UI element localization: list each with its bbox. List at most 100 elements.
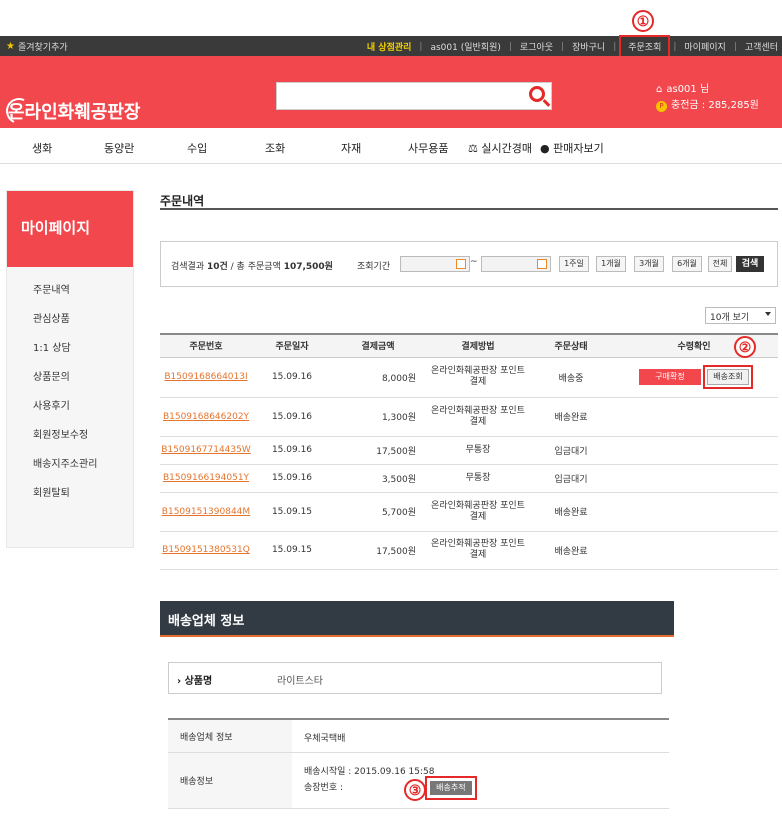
calendar-icon[interactable] bbox=[537, 259, 547, 269]
search-button[interactable]: 검색 bbox=[736, 256, 764, 272]
shipping-company-value: 우체국택배 bbox=[304, 734, 346, 744]
order-id-link[interactable]: B1509166194051Y bbox=[160, 464, 252, 493]
result-count: 10건 bbox=[206, 262, 228, 272]
sidebar-item-orders[interactable]: 주문내역 bbox=[33, 281, 133, 310]
invoice-label: 송장번호 : bbox=[304, 783, 344, 793]
my-store-link[interactable]: 내 상점관리 bbox=[367, 40, 412, 53]
period-1month-button[interactable]: 1개월 bbox=[596, 256, 626, 272]
table-row: B1509168646202Y 15.09.16 1,300원 온라인화훼공판장… bbox=[160, 397, 778, 437]
col-payment: 결제방법 bbox=[424, 333, 532, 358]
order-id-link[interactable]: B1509168664013I bbox=[160, 357, 252, 398]
cat-orchids[interactable]: 동양란 bbox=[104, 140, 134, 156]
search-bar[interactable] bbox=[276, 82, 552, 110]
annotation-1: ① bbox=[632, 10, 654, 32]
order-status: 배송완료 bbox=[532, 397, 610, 437]
order-status: 입금대기 bbox=[532, 436, 610, 465]
person-icon: ● bbox=[540, 142, 550, 155]
site-logo[interactable]: 온라인화훼공판장 bbox=[2, 94, 140, 128]
payment-method: 무통장 bbox=[424, 436, 532, 465]
order-status: 입금대기 bbox=[532, 464, 610, 493]
search-summary: 검색결과 10건 / 총 주문금액 107,500원 bbox=[171, 262, 333, 272]
track-shipment-button[interactable]: 배송추적 bbox=[424, 776, 477, 800]
cat-materials[interactable]: 자재 bbox=[341, 140, 361, 156]
product-name: 라이트스타 bbox=[277, 676, 323, 687]
receipt-actions bbox=[610, 464, 778, 493]
period-6month-button[interactable]: 6개월 bbox=[672, 256, 702, 272]
period-1week-button[interactable]: 1주일 bbox=[559, 256, 589, 272]
receipt-actions bbox=[610, 397, 778, 437]
product-box: › 상품명 라이트스타 bbox=[168, 662, 662, 694]
period-label: 조회기간 bbox=[357, 262, 391, 272]
product-label: › 상품명 bbox=[177, 676, 213, 687]
track-delivery-button[interactable]: 배송조회 bbox=[703, 365, 753, 389]
cat-office[interactable]: 사무용품 bbox=[408, 140, 448, 156]
page-title: 주문내역 bbox=[160, 194, 205, 208]
top-utility-bar: ★ 즐겨찾기추가 내 상점관리 | as001 (일반회원) | 로그아웃 | … bbox=[0, 35, 782, 58]
favorite-link[interactable]: ★ 즐겨찾기추가 bbox=[6, 40, 68, 53]
shipping-company-row: 배송업체 정보 우체국택배 bbox=[168, 720, 669, 753]
payment-method: 온라인화훼공판장 포인트 결제 bbox=[424, 357, 532, 398]
order-lookup-link[interactable]: 주문조회 bbox=[619, 35, 671, 58]
logout-link[interactable]: 로그아웃 bbox=[520, 40, 553, 53]
sidebar-item-addresses[interactable]: 배송지주소관리 bbox=[33, 455, 133, 484]
user-info: ⌂ as001 님 P 충전금 : 285,285원 bbox=[656, 82, 759, 114]
order-status: 배송완료 bbox=[532, 531, 610, 570]
gavel-icon: ⚖ bbox=[468, 142, 478, 155]
table-row: B1509167714435W 15.09.16 17,500원 무통장 입금대… bbox=[160, 436, 778, 465]
sidebar-item-profile[interactable]: 회원정보수정 bbox=[33, 426, 133, 455]
shipping-start-date: 배송시작일 : 2015.09.16 15:58 bbox=[304, 767, 435, 777]
order-amount: 17,500원 bbox=[332, 436, 424, 465]
table-row: B1509151380531Q 15.09.15 17,500원 온라인화훼공판… bbox=[160, 531, 778, 570]
receipt-actions: 구매확정 배송조회 bbox=[610, 357, 778, 398]
coin-icon: P bbox=[656, 100, 667, 112]
order-amount: 5,700원 bbox=[332, 492, 424, 532]
cat-live-auction[interactable]: ⚖ 실시간경매 bbox=[468, 140, 532, 156]
sidebar-item-withdraw[interactable]: 회원탈퇴 bbox=[33, 484, 133, 513]
confirm-purchase-button[interactable]: 구매확정 bbox=[639, 369, 701, 385]
table-row: B1509166194051Y 15.09.16 3,500원 무통장 입금대기 bbox=[160, 464, 778, 493]
bullet-icon: › bbox=[177, 676, 182, 687]
favorite-label: 즐겨찾기추가 bbox=[17, 43, 68, 53]
cat-seller-view[interactable]: ● 판매자보기 bbox=[540, 140, 604, 156]
sidebar-item-inquiry[interactable]: 상품문의 bbox=[33, 368, 133, 397]
shipping-company-label: 배송업체 정보 bbox=[168, 720, 292, 752]
user-link[interactable]: as001 (일반회원) bbox=[430, 40, 500, 53]
order-id-link[interactable]: B1509168646202Y bbox=[160, 397, 252, 437]
col-status: 주문상태 bbox=[532, 333, 610, 358]
period-all-button[interactable]: 전체 bbox=[708, 256, 732, 272]
shipping-section-title: 배송업체 정보 bbox=[160, 601, 674, 637]
order-id-link[interactable]: B1509151390844M bbox=[160, 492, 252, 532]
per-page-select[interactable]: 10개 보기 bbox=[705, 307, 776, 324]
sidebar-item-reviews[interactable]: 사용후기 bbox=[33, 397, 133, 426]
orders-table: 주문번호 주문일자 결제금액 결제방법 주문상태 수령확인 B150916866… bbox=[160, 333, 778, 570]
mypage-sidebar: 마이페이지 주문내역 관심상품 1:1 상담 상품문의 사용후기 회원정보수정 … bbox=[6, 190, 134, 548]
cat-import[interactable]: 수입 bbox=[187, 140, 207, 156]
col-amount: 결제금액 bbox=[332, 333, 424, 358]
shipping-info-value: 배송시작일 : 2015.09.16 15:58 송장번호 : 배송추적 bbox=[304, 753, 669, 800]
cat-artificial[interactable]: 조화 bbox=[265, 140, 285, 156]
support-link[interactable]: 고객센터 bbox=[745, 40, 778, 53]
order-date: 15.09.15 bbox=[252, 531, 332, 570]
order-date: 15.09.16 bbox=[252, 436, 332, 465]
start-date-field[interactable] bbox=[400, 256, 470, 272]
username: as001 님 bbox=[666, 84, 710, 95]
cart-link[interactable]: 장바구니 bbox=[572, 40, 605, 53]
col-order-id: 주문번호 bbox=[160, 333, 252, 358]
sidebar-item-consult[interactable]: 1:1 상담 bbox=[33, 339, 133, 368]
site-header: 온라인화훼공판장 ⌂ as001 님 P 충전금 : 285,285원 bbox=[0, 56, 782, 128]
period-3month-button[interactable]: 3개월 bbox=[634, 256, 664, 272]
mypage-link[interactable]: 마이페이지 bbox=[684, 40, 725, 53]
annotation-2: ② bbox=[734, 336, 756, 358]
order-id-link[interactable]: B1509151380531Q bbox=[160, 531, 252, 570]
home-icon: ⌂ bbox=[656, 84, 663, 95]
order-id-link[interactable]: B1509167714435W bbox=[160, 436, 252, 465]
search-icon[interactable] bbox=[529, 86, 545, 102]
annotation-3: ③ bbox=[404, 779, 426, 801]
chevron-down-icon bbox=[765, 312, 771, 316]
sidebar-item-wishlist[interactable]: 관심상품 bbox=[33, 310, 133, 339]
calendar-icon[interactable] bbox=[456, 259, 466, 269]
shipping-info-label: 배송정보 bbox=[168, 753, 292, 808]
total-amount: 107,500원 bbox=[283, 262, 333, 272]
end-date-field[interactable] bbox=[481, 256, 551, 272]
cat-fresh-flowers[interactable]: 생화 bbox=[32, 140, 52, 156]
